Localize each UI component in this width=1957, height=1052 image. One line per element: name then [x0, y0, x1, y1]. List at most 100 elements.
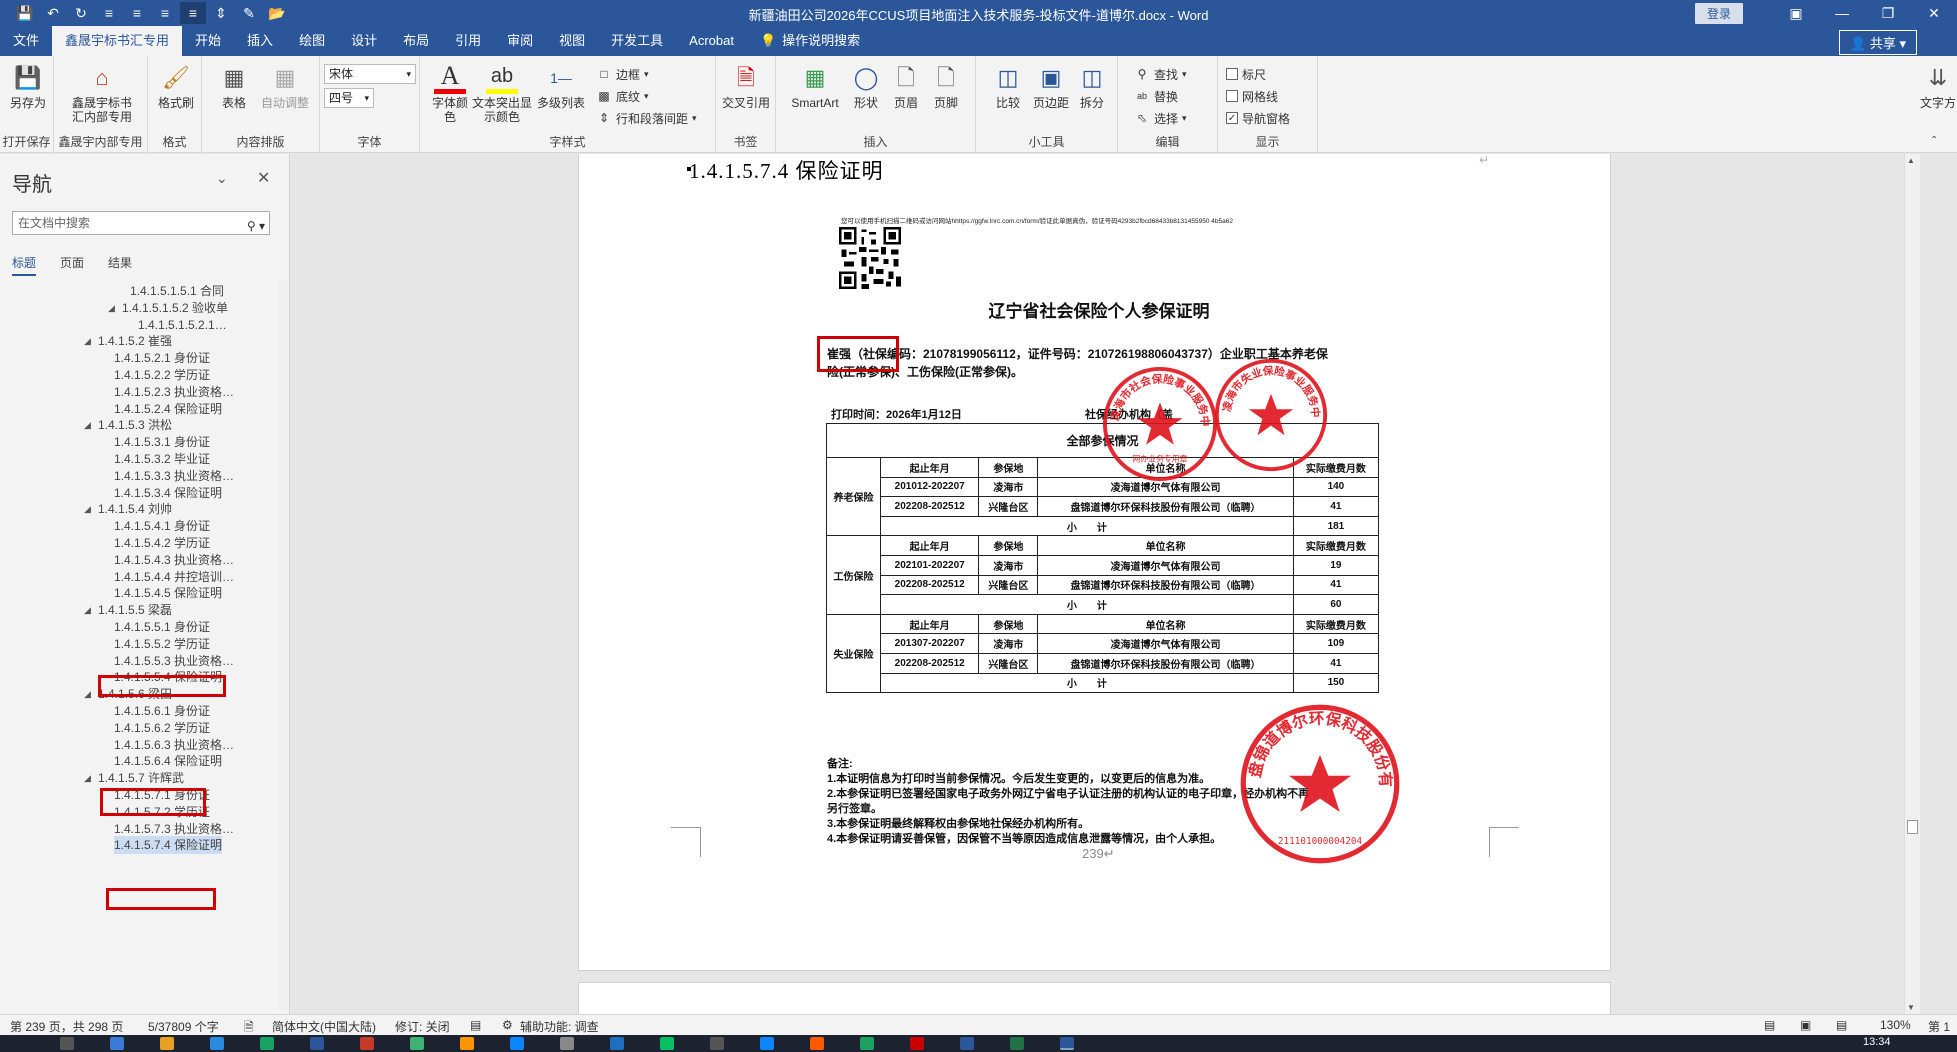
nav-tab-pages[interactable]: 页面: [60, 254, 84, 276]
tab-developer[interactable]: 开发工具: [598, 26, 676, 56]
expand-triangle-icon[interactable]: ◢: [84, 685, 91, 703]
nav-item[interactable]: 1.4.1.5.1.5.2.1…: [138, 316, 227, 334]
nav-item[interactable]: 1.4.1.5.6.2 学历证: [114, 719, 210, 737]
print-layout-icon[interactable]: ▣: [1800, 1018, 1811, 1032]
nav-tab-headings[interactable]: 标题: [12, 254, 37, 276]
taskbar-app-icon[interactable]: [860, 1037, 874, 1050]
table-button[interactable]: ▦ 表格: [214, 62, 254, 111]
shading-button[interactable]: ▩ 底纹 ▾: [596, 86, 648, 106]
taskbar-search-icon[interactable]: [60, 1037, 74, 1050]
tab-design[interactable]: 设计: [338, 26, 390, 56]
close-icon[interactable]: ✕: [257, 168, 270, 188]
collapse-ribbon-icon[interactable]: ⌃: [1930, 135, 1938, 146]
document-page[interactable]: 1.4.1.5.7.4 保险证明 ↵ 您可以使用手机扫描二维码或访问网站hhtt…: [578, 154, 1611, 971]
edit-icon[interactable]: ✎: [236, 2, 262, 24]
tab-acrobat[interactable]: Acrobat: [676, 26, 747, 56]
close-icon[interactable]: ✕: [1911, 0, 1957, 26]
expand-triangle-icon[interactable]: ◢: [84, 416, 91, 434]
nav-item[interactable]: ◢ 1.4.1.5.2 崔强: [84, 332, 172, 350]
nav-item[interactable]: 1.4.1.5.5.3 执业资格…: [114, 652, 234, 670]
taskbar-app-icon[interactable]: [410, 1037, 424, 1050]
scroll-up-icon[interactable]: ▲: [1907, 156, 1915, 165]
select-button[interactable]: ⬁ 选择 ▾: [1134, 108, 1187, 128]
gridlines-checkbox[interactable]: 网格线: [1226, 86, 1278, 106]
taskbar-app-icon[interactable]: [460, 1037, 474, 1050]
nav-item[interactable]: 1.4.1.5.1.5.1 合同: [130, 282, 224, 300]
save-icon[interactable]: 💾: [12, 2, 38, 24]
line-spacing-icon[interactable]: ⇕: [208, 2, 234, 24]
nav-item[interactable]: 1.4.1.5.7.3 执业资格…: [114, 820, 234, 838]
justify-icon[interactable]: ≡: [180, 2, 206, 24]
text-direction-button[interactable]: ⇊ 文字方: [1920, 62, 1956, 111]
nav-item[interactable]: 1.4.1.5.3.2 毕业证: [114, 450, 210, 468]
tab-view[interactable]: 视图: [546, 26, 598, 56]
nav-item[interactable]: 1.4.1.5.4.2 学历证: [114, 534, 210, 552]
expand-triangle-icon[interactable]: ◢: [84, 500, 91, 518]
tab-review[interactable]: 审阅: [494, 26, 546, 56]
restore-icon[interactable]: ❐: [1865, 0, 1911, 26]
read-mode-icon[interactable]: ▤: [1764, 1018, 1775, 1032]
nav-item[interactable]: 1.4.1.5.6.1 身份证: [114, 702, 210, 720]
status-words[interactable]: 5/37809 个字: [148, 1018, 219, 1035]
tab-references[interactable]: 引用: [442, 26, 494, 56]
taskbar-app-icon[interactable]: [660, 1037, 674, 1050]
nav-item[interactable]: 1.4.1.5.2.3 执业资格…: [114, 383, 234, 401]
taskbar-app-icon[interactable]: [110, 1037, 124, 1050]
line-spacing-button[interactable]: ⇕ 行和段落间距 ▾: [596, 108, 697, 128]
nav-item[interactable]: ◢ 1.4.1.5.5 梁磊: [84, 601, 172, 619]
share-button[interactable]: 👤 共享 ▾: [1839, 30, 1917, 55]
taskbar-app-icon[interactable]: [560, 1037, 574, 1050]
cross-ref-button[interactable]: 🗎 交叉引用: [722, 62, 770, 111]
nav-search-input[interactable]: 在文档中搜索 ⚲ ▾: [12, 211, 270, 235]
tab-insert[interactable]: 插入: [234, 26, 286, 56]
split-button[interactable]: ◫ 拆分: [1074, 62, 1110, 111]
web-layout-icon[interactable]: ▤: [1836, 1018, 1847, 1032]
taskbar-app-icon[interactable]: [910, 1037, 924, 1050]
status-language[interactable]: 简体中文(中国大陆): [272, 1018, 376, 1035]
header-button[interactable]: 🗋 页眉: [888, 62, 924, 111]
taskbar-app-icon[interactable]: [960, 1037, 974, 1050]
status-zoom[interactable]: 130%: [1880, 1018, 1911, 1032]
font-name-select[interactable]: 宋体 ▾: [324, 64, 416, 84]
nav-item[interactable]: 1.4.1.5.4.5 保险证明: [114, 584, 222, 602]
tell-me-search[interactable]: 💡 操作说明搜索: [747, 26, 873, 56]
save-as-button[interactable]: 💾 另存为: [8, 62, 48, 111]
nav-item[interactable]: 1.4.1.5.3.1 身份证: [114, 433, 210, 451]
font-color-button[interactable]: A 字体颜色: [430, 62, 470, 124]
smartart-button[interactable]: ▦ SmartArt: [788, 62, 842, 111]
expand-triangle-icon[interactable]: ◢: [84, 332, 91, 350]
login-button[interactable]: 登录: [1694, 2, 1743, 24]
status-page[interactable]: 第 239 页，共 298 页: [10, 1018, 123, 1035]
search-icon[interactable]: ⚲ ▾: [247, 215, 265, 237]
replace-button[interactable]: ab 替换: [1134, 86, 1178, 106]
nav-item[interactable]: 1.4.1.5.4.4 井控培训…: [114, 568, 234, 586]
ribbon-display-icon[interactable]: ▣: [1773, 0, 1819, 26]
nav-item[interactable]: 1.4.1.5.3.4 保险证明: [114, 484, 222, 502]
taskbar-app-icon[interactable]: [210, 1037, 224, 1050]
taskbar-app-icon[interactable]: [360, 1037, 374, 1050]
tab-xsy[interactable]: 鑫晟宇标书汇专用: [52, 26, 183, 56]
border-button[interactable]: □ 边框 ▾: [596, 64, 648, 84]
format-painter-button[interactable]: 🖌 格式刷: [154, 62, 198, 111]
auto-adjust-button[interactable]: ▦ 自动调整: [258, 62, 312, 111]
expand-triangle-icon[interactable]: ◢: [84, 601, 91, 619]
expand-triangle-icon[interactable]: ◢: [108, 299, 115, 317]
next-page[interactable]: [578, 982, 1611, 1014]
multilevel-list-button[interactable]: 1— 多级列表: [536, 62, 586, 110]
taskbar-app-icon[interactable]: [510, 1037, 524, 1050]
tab-layout[interactable]: 布局: [390, 26, 442, 56]
nav-item[interactable]: 1.4.1.5.6.3 执业资格…: [114, 736, 234, 754]
tab-file[interactable]: 文件: [0, 26, 52, 56]
font-size-select[interactable]: 四号 ▾: [324, 88, 374, 108]
nav-item[interactable]: 1.4.1.5.7.4 保险证明: [114, 836, 223, 855]
nav-tab-results[interactable]: 结果: [108, 254, 132, 276]
taskbar-app-icon[interactable]: [710, 1037, 724, 1050]
nav-item[interactable]: 1.4.1.5.4.1 身份证: [114, 517, 210, 535]
taskbar-word-icon[interactable]: [1060, 1037, 1074, 1050]
accessibility-icon[interactable]: ⚙: [502, 1018, 513, 1032]
tab-home[interactable]: 开始: [182, 26, 234, 56]
taskbar-app-icon[interactable]: [260, 1037, 274, 1050]
taskbar-app-icon[interactable]: [1010, 1037, 1024, 1050]
nav-item[interactable]: 1.4.1.5.2.4 保险证明: [114, 400, 222, 418]
nav-item[interactable]: ◢ 1.4.1.5.3 洪松: [84, 416, 172, 434]
